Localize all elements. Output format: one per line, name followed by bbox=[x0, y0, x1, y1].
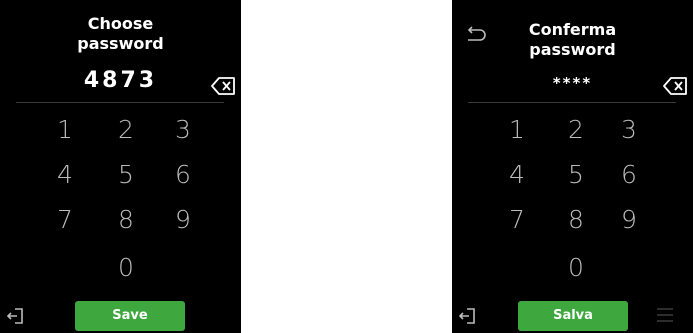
key-4[interactable]: 4 bbox=[497, 157, 537, 193]
menu-icon[interactable] bbox=[655, 305, 675, 325]
title-line-1: Conferma bbox=[528, 20, 617, 39]
pin-divider bbox=[468, 102, 676, 103]
backspace-icon[interactable] bbox=[663, 76, 689, 96]
title-line-1: Choose bbox=[87, 14, 154, 33]
key-7[interactable]: 7 bbox=[45, 202, 85, 238]
choose-password-screen: Choose password 4873 1 2 3 4 5 6 7 8 9 0… bbox=[0, 0, 241, 333]
key-0[interactable]: 0 bbox=[106, 250, 146, 286]
key-4[interactable]: 4 bbox=[45, 157, 85, 193]
key-7[interactable]: 7 bbox=[497, 202, 537, 238]
key-3[interactable]: 3 bbox=[163, 112, 203, 148]
page-title: Conferma password bbox=[452, 20, 693, 60]
key-1[interactable]: 1 bbox=[45, 112, 85, 148]
backspace-icon[interactable] bbox=[211, 76, 237, 96]
key-6[interactable]: 6 bbox=[163, 157, 203, 193]
key-8[interactable]: 8 bbox=[106, 202, 146, 238]
pin-divider bbox=[16, 102, 224, 103]
page-title: Choose password bbox=[0, 14, 241, 54]
confirm-password-screen: Conferma password **** 1 2 3 4 5 6 7 8 9… bbox=[452, 0, 693, 333]
title-line-2: password bbox=[529, 40, 616, 59]
key-2[interactable]: 2 bbox=[556, 112, 596, 148]
key-2[interactable]: 2 bbox=[106, 112, 146, 148]
save-button[interactable]: Salva bbox=[518, 301, 628, 331]
logout-icon[interactable] bbox=[458, 306, 478, 326]
key-0[interactable]: 0 bbox=[556, 250, 596, 286]
key-5[interactable]: 5 bbox=[556, 157, 596, 193]
key-8[interactable]: 8 bbox=[556, 202, 596, 238]
key-1[interactable]: 1 bbox=[497, 112, 537, 148]
key-6[interactable]: 6 bbox=[609, 157, 649, 193]
logout-icon[interactable] bbox=[6, 306, 26, 326]
title-line-2: password bbox=[77, 34, 164, 53]
key-9[interactable]: 9 bbox=[163, 202, 203, 238]
key-5[interactable]: 5 bbox=[106, 157, 146, 193]
save-button[interactable]: Save bbox=[75, 301, 185, 331]
key-9[interactable]: 9 bbox=[609, 202, 649, 238]
pin-display-masked: **** bbox=[552, 74, 593, 92]
pin-display: 4873 bbox=[83, 68, 158, 93]
key-3[interactable]: 3 bbox=[609, 112, 649, 148]
